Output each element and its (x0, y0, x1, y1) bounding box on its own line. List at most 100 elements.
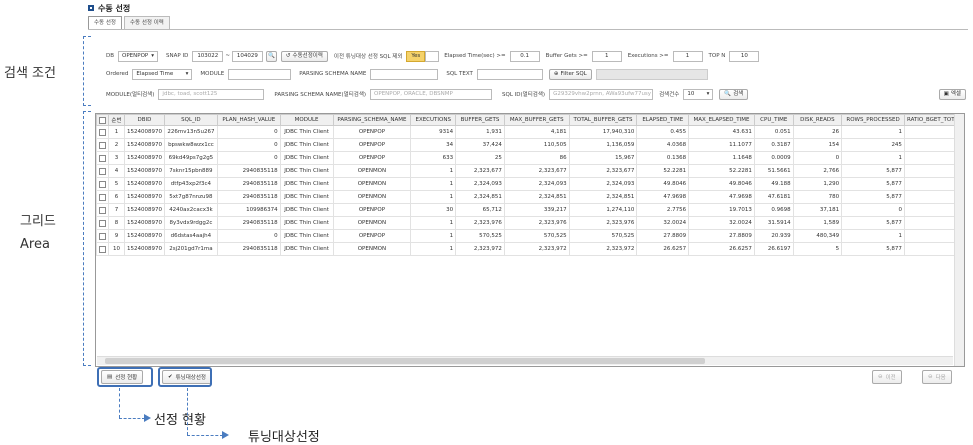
table-cell: 1 (108, 125, 125, 139)
column-header[interactable]: DBID (123, 114, 165, 126)
tab-divider (88, 29, 968, 30)
tab-manual-selection-history[interactable]: 수동 선정 이력 (124, 16, 170, 30)
next-label: 다음 (935, 375, 946, 381)
column-header[interactable]: PLAN_HASH_VALUE (216, 114, 281, 126)
table-cell: 49.8046 (636, 177, 690, 191)
row-checkbox[interactable] (99, 154, 106, 162)
table-cell: 2sj201gd7r1ma (163, 242, 218, 256)
snap-search-button[interactable]: 🔍 (265, 50, 277, 62)
prev-button[interactable]: ⊖ 이전 (872, 370, 902, 384)
table-cell: JDBC Thin Client (279, 190, 334, 204)
annotation-arrow-1 (144, 414, 151, 422)
horizontal-scrollbar[interactable] (97, 356, 953, 365)
table-row[interactable]: 5 1524008970 dtfp43xp2f3c4 2940835118 JDBC T… (96, 177, 964, 191)
column-header[interactable]: PARSING_SCHEMA_NAME (332, 114, 412, 126)
table-cell: 154 (792, 138, 843, 152)
table-cell: 32.0024 (636, 216, 690, 230)
column-header[interactable]: MAX_ELAPSED_TIME (688, 114, 755, 126)
row-checkbox[interactable] (99, 167, 106, 175)
column-header[interactable]: SQL_ID (163, 114, 218, 126)
table-row[interactable]: 7 1524008970 4240ax2cacx3k 109986374 JDBC Th… (96, 203, 964, 217)
row-checkbox[interactable] (99, 206, 106, 214)
row-checkbox[interactable] (99, 180, 106, 188)
table-row[interactable]: 3 1524008970 69kd49ps7g2g5 0 JDBC Thin Clien… (96, 151, 964, 165)
db-label: DB (106, 53, 115, 59)
excel-button-label: 엑셀 (950, 90, 961, 97)
executions-input[interactable]: 1 (672, 50, 703, 62)
column-header[interactable]: MODULE (279, 114, 334, 126)
module-multi-input[interactable]: jdbc, toad, scott125 (158, 88, 265, 100)
module-input[interactable] (228, 68, 292, 80)
search-button[interactable]: 🔍 검색 (719, 88, 749, 100)
snap-to-input[interactable]: 104029 (231, 50, 263, 62)
buffer-gets-input[interactable]: 1 (591, 50, 622, 62)
count-select[interactable]: 10 ▾ (683, 88, 714, 100)
filter-sql-button[interactable]: ⊕ Filter SQL (548, 68, 592, 80)
table-cell: 0 (216, 138, 281, 152)
table-cell: 1.1648 (688, 151, 755, 165)
sqltext-input[interactable] (476, 68, 543, 80)
table-cell: JDBC Thin Client (279, 203, 334, 217)
search-row-2: Ordered Elapsed Time ▾ MODULE PARSING SCH… (106, 67, 708, 81)
excel-button[interactable]: ▣ 엑셀 (938, 88, 966, 100)
schema-input[interactable] (370, 68, 439, 80)
column-header[interactable]: ROWS_PROCESSED (841, 114, 905, 126)
table-cell: 7sknr15pbn889 (163, 164, 218, 178)
table-row[interactable]: 4 1524008970 7sknr15pbn889 2940835118 JDBC T… (96, 164, 964, 178)
column-header[interactable]: 순번 (108, 114, 125, 126)
search-row-3: MODULE(멀티검색) jdbc, toad, scott125 PARSIN… (106, 87, 966, 101)
row-checkbox[interactable] (99, 232, 106, 240)
exclude-label: 이전 튜닝대상 선정 SQL 제외 (333, 54, 403, 60)
table-cell: 1 (841, 151, 905, 165)
search-panel: DB OPENPOP ▾ SNAP ID 103022 ~ 104029 🔍 ↺ 수… (96, 43, 966, 105)
column-header[interactable]: BUFFER_GETS (455, 114, 505, 126)
header-select-all[interactable] (96, 114, 109, 126)
tab-manual-selection[interactable]: 수동 선정 (88, 16, 122, 30)
table-cell: JDBC Thin Client (279, 164, 334, 178)
snap-from-input[interactable]: 103022 (192, 50, 224, 62)
table-row[interactable]: 2 1524008970 bpswkw8wzx1cc 0 JDBC Thin Clien… (96, 138, 964, 152)
table-row[interactable]: 8 1524008970 8y3vdx9rdgg2c 2940835118 JDBC T… (96, 216, 964, 230)
elapsed-input[interactable]: 0.1 (509, 50, 540, 62)
sqlid-multi-input[interactable]: G29329vhw2prnn, AWa93ufw77usy (549, 88, 654, 100)
table-cell: JDBC Thin Client (279, 138, 334, 152)
exclude-toggle-no[interactable] (425, 50, 440, 62)
row-checkbox[interactable] (99, 141, 106, 149)
schema-multi-input[interactable]: OPENPOP, ORACLE, DBSNMP (370, 88, 493, 100)
table-cell: 4 (108, 164, 125, 178)
table-cell: 2.7756 (636, 203, 690, 217)
schema-label: PARSING SCHEMA NAME (299, 71, 367, 77)
row-checkbox[interactable] (99, 219, 106, 227)
page-title: 수동 선정 (98, 3, 131, 13)
column-header[interactable]: EXECUTIONS (410, 114, 457, 126)
select-all-checkbox[interactable] (99, 116, 106, 124)
table-cell: 1,589 (792, 216, 843, 230)
table-row[interactable]: 6 1524008970 5xt7g87nnzu98 2940835118 JDBC T… (96, 190, 964, 204)
manual-history-button[interactable]: ↺ 수동선정이력 (280, 50, 328, 62)
horizontal-scroll-thumb[interactable] (105, 358, 705, 364)
manual-history-label: 수동선정이력 (292, 52, 323, 59)
topn-input[interactable]: 10 (729, 50, 760, 62)
table-row[interactable]: 9 1524008970 d6dstas4aajh4 0 JDBC Thin Clien… (96, 229, 964, 243)
table-row[interactable]: 10 1524008970 2sj201gd7r1ma 2940835118 JDBC … (96, 242, 964, 256)
row-checkbox[interactable] (99, 193, 106, 201)
column-header[interactable]: TOTAL_BUFFER_GETS (568, 114, 638, 126)
table-cell: 2 (108, 138, 125, 152)
column-header[interactable]: CPU_TIME (753, 114, 794, 126)
ordered-select[interactable]: Elapsed Time ▾ (132, 68, 193, 80)
table-row[interactable]: 1 1524008970 226mv13n5u267 0 JDBC Thin Clien… (96, 125, 964, 139)
chevron-down-icon: ▾ (151, 52, 155, 59)
column-header[interactable]: MAX_BUFFER_GETS (503, 114, 570, 126)
table-cell: 5,877 (841, 190, 905, 204)
column-header[interactable]: ELAPSED_TIME (636, 114, 690, 126)
table-cell: OPENPOP (332, 125, 412, 139)
search-icon: 🔍 (724, 90, 732, 97)
db-select[interactable]: OPENPOP ▾ (118, 50, 159, 62)
row-checkbox[interactable] (99, 128, 106, 136)
exclude-toggle-yes[interactable]: Yes (406, 50, 426, 62)
row-checkbox[interactable] (99, 245, 106, 253)
row-select-cell (96, 229, 109, 243)
next-button[interactable]: ⊖ 다음 (922, 370, 952, 384)
column-header[interactable]: DISK_READS (792, 114, 843, 126)
vertical-scrollbar[interactable] (954, 114, 964, 366)
